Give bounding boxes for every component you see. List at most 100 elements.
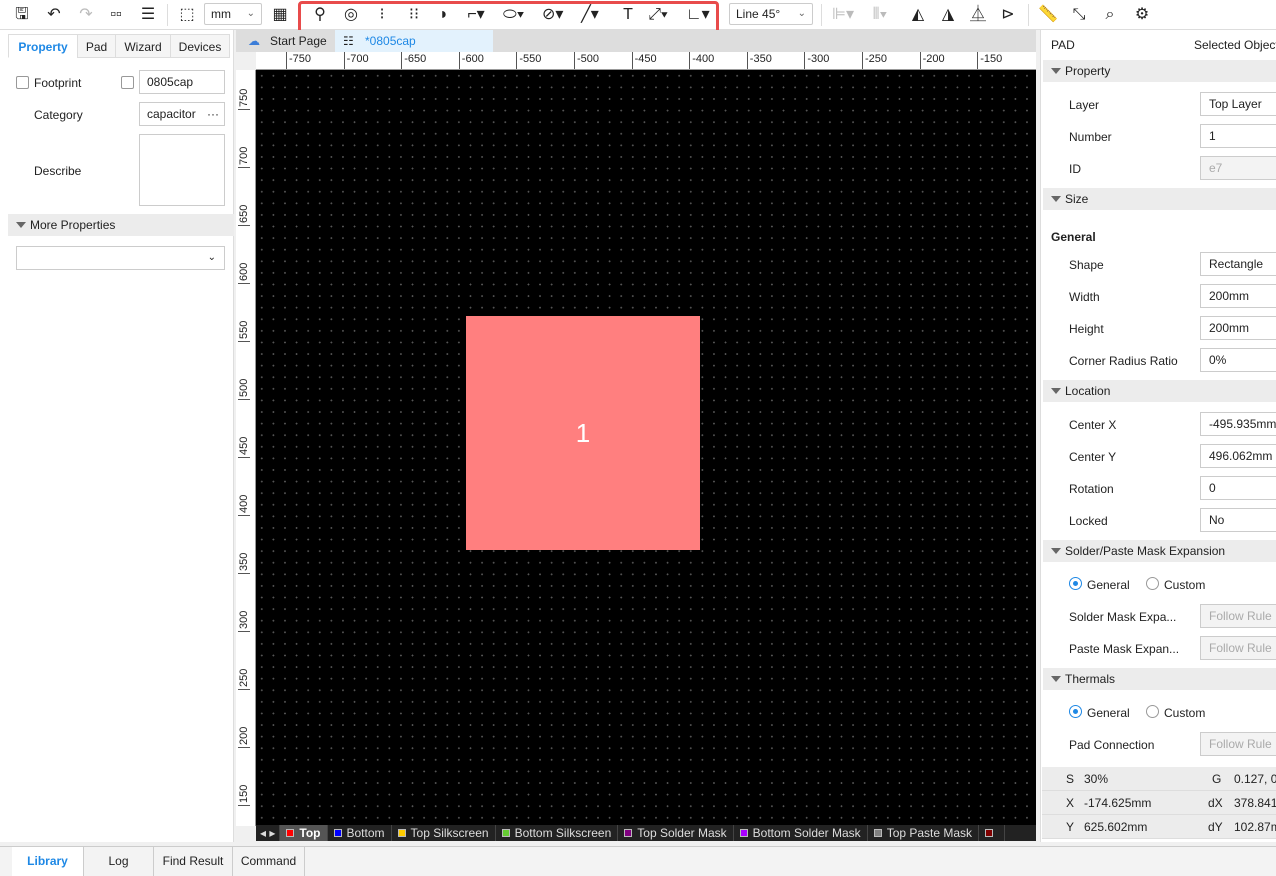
grid-layout-icon[interactable]: ▫▫: [106, 4, 126, 26]
rotate-right-icon[interactable]: ◮: [938, 4, 958, 26]
layer-scroll-buttons[interactable]: ◂ ▸: [256, 825, 281, 841]
x-label: X: [1066, 796, 1075, 810]
number-input[interactable]: 1: [1200, 124, 1276, 148]
bottom-tabs: Library Log Find Result Command: [0, 846, 1276, 876]
property-section[interactable]: Property: [1043, 60, 1276, 82]
align-left-icon[interactable]: ⊫▾: [832, 4, 854, 26]
describe-input[interactable]: [139, 134, 225, 206]
route-mode-select[interactable]: Line 45° ⌄: [729, 3, 813, 25]
layer-tab[interactable]: Top: [280, 825, 328, 841]
ruler-top-label: -350: [746, 52, 772, 69]
thermal-custom-radio[interactable]: [1146, 705, 1159, 718]
more-properties-select[interactable]: ⌄: [16, 246, 225, 270]
pad-number: 1: [575, 417, 591, 448]
layer-name: Bottom Silkscreen: [514, 826, 612, 840]
layer-tab[interactable]: Bottom Silkscreen: [496, 825, 619, 841]
category-input[interactable]: capacitor ···: [139, 102, 225, 126]
ruler-icon[interactable]: 📏: [1038, 4, 1058, 26]
more-icon[interactable]: ···: [207, 103, 219, 125]
ruler-top-label: -600: [458, 52, 484, 69]
ruler-top-label: -450: [631, 52, 657, 69]
search-list-icon[interactable]: ☰: [138, 4, 158, 26]
distribute-icon[interactable]: ⫴▾: [870, 4, 890, 26]
save-icon[interactable]: 🖫: [12, 4, 32, 26]
layer-color-swatch: [333, 829, 342, 837]
layer-name: Top Paste Mask: [886, 826, 973, 840]
ruler-top-label: -650: [401, 52, 426, 69]
locked-select[interactable]: No: [1200, 508, 1276, 532]
tab-find-result[interactable]: Find Result: [154, 847, 233, 876]
mask-general-radio[interactable]: [1069, 577, 1082, 590]
ruler-top: -750 -700 -650 -600 -550 -500 -450 -400 -350 -300…: [256, 52, 1036, 70]
pcb-canvas[interactable]: 1: [256, 70, 1036, 826]
corner-radius-label: Corner Radius Ratio: [1069, 354, 1178, 368]
inspect-icon[interactable]: ⌕: [1100, 4, 1120, 26]
pad-1[interactable]: 1: [466, 316, 700, 550]
center-y-input[interactable]: 496.062mm: [1200, 444, 1276, 468]
describe-label: Describe: [34, 164, 82, 178]
id-label: ID: [1069, 162, 1081, 176]
width-input[interactable]: 200mm: [1200, 284, 1276, 308]
location-section[interactable]: Location: [1043, 380, 1276, 402]
tab-command[interactable]: Command: [233, 847, 305, 876]
ruler-left-label: 750: [238, 88, 250, 110]
layer-color-swatch: [739, 829, 748, 837]
footprint-name-input[interactable]: 0805cap: [139, 70, 225, 94]
dx-label: dX: [1208, 796, 1223, 810]
flip-vertical-icon[interactable]: ⊳: [998, 4, 1018, 26]
undo-icon[interactable]: ↶: [44, 4, 64, 26]
dy-value: 102.87m: [1234, 820, 1276, 834]
zoom-area-icon[interactable]: ⬚: [177, 4, 197, 26]
height-input[interactable]: 200mm: [1200, 316, 1276, 340]
mask-custom-label: Custom: [1164, 578, 1206, 592]
measure-icon[interactable]: ⤡: [1069, 4, 1089, 26]
redo-icon[interactable]: ↷: [76, 4, 96, 26]
shape-select[interactable]: Rectangle: [1200, 252, 1276, 276]
rotation-input[interactable]: 0: [1200, 476, 1276, 500]
grid-icon[interactable]: ▦: [270, 4, 290, 26]
layer-tab[interactable]: Top Solder Mask: [618, 825, 734, 841]
grid-label: G: [1212, 772, 1222, 786]
tab-wizard[interactable]: Wizard: [115, 34, 171, 58]
ruler-left-label: 150: [238, 784, 250, 806]
layer-name: Top Silkscreen: [410, 826, 489, 840]
layer-color-swatch: [873, 829, 882, 837]
number-label: Number: [1069, 130, 1112, 144]
layer-tab[interactable]: Top Silkscreen: [392, 825, 496, 841]
tab-property[interactable]: Property: [8, 34, 78, 58]
solder-mask-input: Follow Rule: [1200, 604, 1276, 628]
layer-color-swatch: [501, 829, 510, 837]
mask-section[interactable]: Solder/Paste Mask Expansion: [1043, 540, 1276, 562]
mask-custom-radio[interactable]: [1146, 577, 1159, 590]
tab-start-page[interactable]: ☁ Start Page: [244, 30, 340, 52]
tab-log[interactable]: Log: [84, 847, 154, 876]
tab-library[interactable]: Library: [12, 847, 84, 876]
size-section[interactable]: Size: [1043, 188, 1276, 210]
flip-horizontal-icon[interactable]: ⏅: [968, 4, 988, 26]
footprint-checkbox[interactable]: [16, 76, 29, 89]
footprint-icon: ☷: [343, 34, 354, 48]
name-checkbox[interactable]: [121, 76, 134, 89]
width-label: Width: [1069, 290, 1100, 304]
rotate-left-icon[interactable]: ◭: [908, 4, 928, 26]
center-x-label: Center X: [1069, 418, 1117, 432]
layer-tab[interactable]: [979, 825, 1006, 841]
thermals-section[interactable]: Thermals: [1043, 668, 1276, 690]
tab-0805cap[interactable]: ☷ *0805cap: [335, 30, 493, 52]
ruler-left-label: 450: [238, 436, 250, 458]
thermal-general-radio[interactable]: [1069, 705, 1082, 718]
center-x-input[interactable]: -495.935mm: [1200, 412, 1276, 436]
more-properties-header[interactable]: More Properties: [8, 214, 234, 236]
tab-devices[interactable]: Devices: [170, 34, 230, 58]
settings-icon[interactable]: ⚙: [1132, 4, 1152, 26]
unit-select[interactable]: mm ⌄: [204, 3, 262, 25]
layer-tab[interactable]: Bottom: [328, 825, 392, 841]
unit-value: mm: [211, 7, 231, 21]
layer-select[interactable]: Top Layer: [1200, 92, 1276, 116]
ruler-left: 750 700 650 600 550 500 450 400 350 300 250 200 150: [236, 70, 256, 826]
layer-tab[interactable]: Bottom Solder Mask: [734, 825, 868, 841]
layer-tab[interactable]: Top Paste Mask: [868, 825, 980, 841]
corner-radius-input[interactable]: 0%: [1200, 348, 1276, 372]
tab-pad[interactable]: Pad: [77, 34, 116, 58]
height-label: Height: [1069, 322, 1104, 336]
